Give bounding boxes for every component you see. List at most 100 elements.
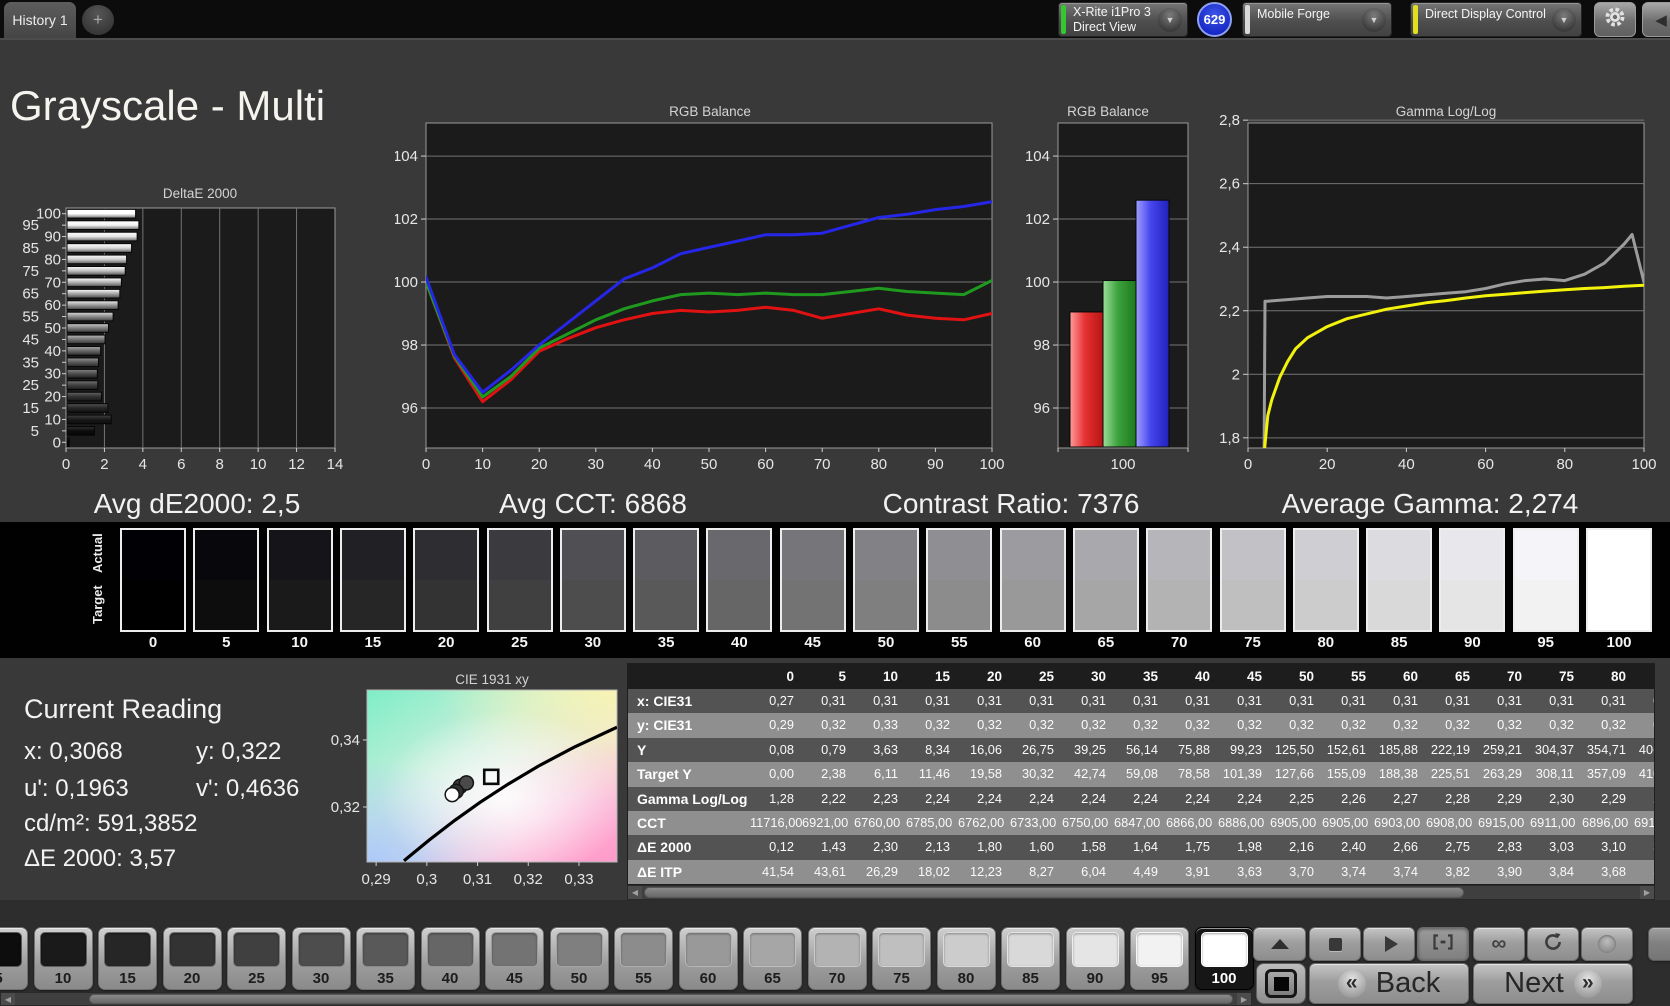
display-dropdown-direct-display-control[interactable]: Direct Display Control ▼ — [1410, 2, 1582, 37]
level-swatch — [297, 932, 345, 967]
table-row: x: CIE31 0,27 0,31 0,31 0,31 0,31 0,31 0,31 0,31… — [628, 689, 1654, 714]
table-cell: 0,31 — [1445, 693, 1470, 708]
swatch-level-label: 0 — [148, 634, 158, 651]
scroll-right-icon[interactable]: ▶ — [1640, 886, 1654, 899]
level-button-100[interactable]: 100 — [1194, 927, 1254, 990]
table-cell: 2,24 — [1133, 790, 1158, 806]
level-button-35[interactable]: 35 — [356, 927, 415, 990]
level-button-40[interactable]: 40 — [420, 927, 480, 990]
table-cell: 0,31 — [873, 693, 898, 708]
loop-button[interactable] — [1527, 927, 1579, 961]
table-cell: 3,63 — [873, 741, 898, 757]
level-label: 95 — [1151, 970, 1168, 987]
level-swatch — [39, 932, 87, 967]
svg-text:98: 98 — [401, 337, 418, 354]
meter-dropdown-xrite[interactable]: X-Rite i1Pro 3 Direct View ▼ — [1058, 2, 1188, 37]
arrow-left-icon: ◀ — [1655, 11, 1667, 29]
table-cell: 2,32 — [1634, 787, 1654, 811]
pattern-window-button[interactable] — [1256, 963, 1306, 1004]
level-button-90[interactable]: 90 — [1065, 927, 1125, 990]
partial-button[interactable] — [1648, 927, 1670, 961]
table-cell: 0,33 — [873, 717, 898, 733]
play-button[interactable] — [1363, 927, 1415, 961]
swatch-scrollbar[interactable]: ◀ ▶ — [0, 992, 1252, 1006]
settings-button[interactable] — [1594, 2, 1636, 37]
swatch-level-label: 15 — [364, 634, 382, 651]
source-status-stripe — [1245, 5, 1250, 34]
level-button-5[interactable]: 5 — [0, 927, 28, 990]
record-button[interactable] — [1581, 927, 1633, 961]
table-column-header: 5 — [838, 669, 846, 684]
level-button-25[interactable]: 25 — [227, 927, 286, 990]
single-measure-button[interactable] — [1417, 927, 1469, 961]
stat-contrast-ratio: Contrast Ratio: 7376 — [882, 488, 1140, 519]
level-button-55[interactable]: 55 — [614, 927, 673, 990]
table-cell: 0,31 — [1081, 693, 1106, 708]
table-cell: 263,29 — [1482, 766, 1522, 782]
table-cell: 1,43 — [821, 839, 846, 855]
collapse-panel-button[interactable]: ◀ — [1642, 2, 1670, 37]
table-cell: 410,56 — [1638, 766, 1654, 782]
count-badge: 629 — [1197, 2, 1232, 37]
continuous-button[interactable]: ∞ — [1473, 927, 1525, 961]
scroll-left-icon[interactable]: ◀ — [628, 886, 642, 899]
scroll-left-icon[interactable]: ◀ — [1, 993, 15, 1005]
level-button-95[interactable]: 95 — [1130, 927, 1189, 990]
level-swatch — [749, 932, 796, 967]
swatch-level-label: 90 — [1464, 634, 1481, 651]
level-swatch — [362, 932, 409, 967]
level-button-10[interactable]: 10 — [33, 927, 93, 990]
table-column-header: 80 — [1610, 669, 1626, 684]
level-button-65[interactable]: 65 — [743, 927, 802, 990]
table-cell: 2,24 — [1029, 790, 1054, 806]
level-button-15[interactable]: 15 — [98, 927, 157, 990]
grayscale-swatch-45 — [779, 528, 846, 632]
stop-button[interactable] — [1309, 927, 1361, 961]
tab-history-1[interactable]: History 1 — [4, 2, 76, 38]
chevrons-right-icon: » — [1573, 969, 1602, 998]
source-dropdown-mobile-forge[interactable]: Mobile Forge ▼ — [1242, 2, 1392, 37]
level-label: 55 — [635, 970, 652, 987]
level-label: 80 — [957, 970, 975, 987]
table-cell: 2,24 — [977, 790, 1002, 806]
table-cell: 2,30 — [873, 839, 898, 855]
table-cell: 0,31 — [821, 693, 846, 708]
level-label: 50 — [570, 970, 588, 987]
level-button-30[interactable]: 30 — [291, 927, 351, 990]
next-button[interactable]: Next » — [1473, 963, 1633, 1004]
expand-panel-button[interactable] — [1253, 927, 1306, 961]
level-button-70[interactable]: 70 — [807, 927, 867, 990]
level-button-85[interactable]: 85 — [1001, 927, 1060, 990]
table-cell: 3,90 — [1497, 863, 1522, 879]
swatch-scrollbar-thumb[interactable] — [89, 994, 1233, 1004]
table-cell: 2,30 — [1549, 790, 1574, 806]
level-button-60[interactable]: 60 — [678, 927, 738, 990]
circle-icon — [1598, 935, 1616, 953]
swatch-target-half — [781, 580, 844, 630]
level-button-75[interactable]: 75 — [872, 927, 931, 990]
chevron-down-icon[interactable]: ▼ — [1158, 7, 1182, 32]
svg-text:45: 45 — [22, 331, 39, 348]
table-cell: 6911,00 — [1530, 814, 1576, 830]
scroll-right-icon[interactable]: ▶ — [1237, 993, 1251, 1005]
level-button-50[interactable]: 50 — [549, 927, 609, 990]
table-cell: 2,24 — [1237, 790, 1262, 806]
level-button-45[interactable]: 45 — [485, 927, 544, 990]
back-button[interactable]: « Back — [1309, 963, 1469, 1004]
table-scrollbar[interactable]: ◀ ▶ — [627, 885, 1655, 900]
level-button-80[interactable]: 80 — [936, 927, 996, 990]
swatch-target-half — [708, 580, 771, 630]
level-button-20[interactable]: 20 — [162, 927, 222, 990]
table-cell: 0,32 — [977, 717, 1002, 733]
svg-text:6: 6 — [177, 456, 185, 473]
stat-avg-cct: Avg CCT: 6868 — [499, 488, 687, 519]
swatch-target-half — [1221, 580, 1284, 630]
stop-icon — [1328, 937, 1342, 951]
table-scrollbar-thumb[interactable] — [644, 887, 1464, 898]
chevron-down-icon[interactable]: ▼ — [1552, 7, 1576, 32]
chevron-down-icon[interactable]: ▼ — [1362, 7, 1386, 32]
level-label: 10 — [54, 970, 72, 987]
table-cell: 0,08 — [769, 741, 794, 757]
add-tab-button[interactable]: + — [82, 5, 114, 35]
table-cell: 0,31 — [1393, 693, 1418, 708]
